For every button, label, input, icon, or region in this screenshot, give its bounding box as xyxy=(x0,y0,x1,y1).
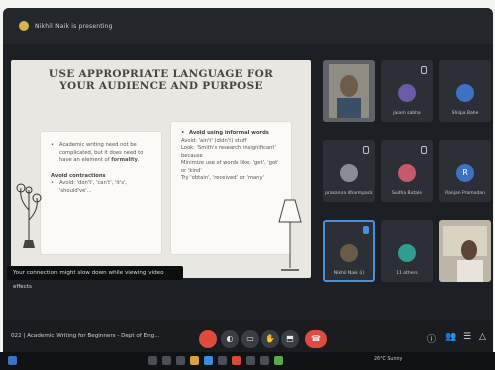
present-button[interactable]: ⬒ xyxy=(281,330,299,348)
contractions-bullet: Avoid: 'don't', 'can't', 'it's', 'should… xyxy=(51,180,151,195)
taskbar-app-icon[interactable] xyxy=(274,356,283,365)
taskbar-app-icon[interactable] xyxy=(148,356,157,365)
camera-icon: ◐ xyxy=(226,334,234,343)
participant-video xyxy=(323,60,375,122)
participant-avatar xyxy=(456,84,474,102)
connection-notice: Your connection might slow down while vi… xyxy=(7,266,183,290)
informal-line: Minimize use of words like: 'get', 'got'… xyxy=(181,160,279,174)
participant-avatar xyxy=(340,244,358,262)
meet-window: Nikhil Naik is presenting USE APPROPRIAT… xyxy=(3,8,493,360)
participant-name: Sudha Butale xyxy=(391,191,423,196)
participant-tile[interactable] xyxy=(323,60,375,122)
plant-illustration xyxy=(16,183,42,248)
info-icon[interactable]: ⓘ xyxy=(427,332,436,345)
mic-muted-icon xyxy=(421,66,427,74)
participant-name: Shilpa Bahe xyxy=(451,111,479,116)
lamp-illustration xyxy=(278,199,302,271)
participant-tile[interactable]: prasanna dharmpack xyxy=(323,140,375,202)
presenter-label: Nikhil Naik is presenting xyxy=(35,22,113,30)
participant-name: prasanna dharmpack xyxy=(325,191,373,196)
left-content-card: Academic writing need not be complicated… xyxy=(41,132,161,254)
taskbar-app-icon[interactable] xyxy=(260,356,269,365)
participant-name: 11 others xyxy=(396,271,418,276)
people-icon[interactable]: 👥 xyxy=(445,332,456,342)
participant-avatar xyxy=(398,244,416,262)
start-icon[interactable] xyxy=(8,356,17,365)
formality-bold: formality xyxy=(111,157,138,163)
participant-tile[interactable]: jaiam sabha xyxy=(381,60,433,122)
participant-tile[interactable] xyxy=(439,220,491,282)
speaking-icon xyxy=(363,226,369,234)
captions-icon: ▭ xyxy=(246,334,254,343)
taskbar-app-icon[interactable] xyxy=(232,356,241,365)
taskbar-app-icon[interactable] xyxy=(246,356,255,365)
informal-heading: Avoid using informal words xyxy=(181,130,281,138)
weather-widget: 26°C Sunny xyxy=(374,357,403,362)
participant-name: jaiam sabha xyxy=(393,111,421,116)
informal-line: Try 'obtain', 'received' or 'many' xyxy=(181,175,264,181)
camera-button[interactable]: ◐ xyxy=(221,330,239,348)
taskbar-app-icon[interactable] xyxy=(162,356,171,365)
hand-icon: ✋ xyxy=(265,334,275,343)
participant-avatar: R xyxy=(456,164,474,182)
taskbar-app-icon[interactable] xyxy=(190,356,199,365)
os-taskbar: 26°C Sunny xyxy=(0,352,495,370)
slide-title-line-2: YOUR AUDIENCE AND PURPOSE xyxy=(59,80,263,92)
chat-icon[interactable]: ☰ xyxy=(463,332,471,342)
participant-tile[interactable]: 11 others xyxy=(381,220,433,282)
presentation-slide: USE APPROPRIATE LANGUAGE FOR YOUR AUDIEN… xyxy=(11,60,311,278)
participant-avatar xyxy=(340,164,358,182)
taskbar-app-icon[interactable] xyxy=(218,356,227,365)
mic-button[interactable] xyxy=(199,330,217,348)
formality-bullet: Academic writing need not be complicated… xyxy=(51,142,151,165)
mic-muted-icon xyxy=(363,146,369,154)
informal-line: Look: 'Smith's research insignificant' b… xyxy=(181,145,276,159)
slide-title: USE APPROPRIATE LANGUAGE FOR YOUR AUDIEN… xyxy=(11,68,311,92)
captions-button[interactable]: ▭ xyxy=(241,330,259,348)
participant-grid: jaiam sabha Shilpa Bahe prasanna dharmpa… xyxy=(323,60,491,290)
participant-name: Nikhil Naik (i) xyxy=(333,271,365,276)
contractions-heading: Avoid contractions xyxy=(51,172,106,179)
participant-tile[interactable]: Sudha Butale xyxy=(381,140,433,202)
present-icon: ⬒ xyxy=(286,334,294,343)
participant-video xyxy=(439,220,491,282)
taskbar-app-icon[interactable] xyxy=(176,356,185,365)
end-call-button[interactable]: ☎ xyxy=(305,330,327,348)
participant-avatar xyxy=(398,164,416,182)
raise-hand-button[interactable]: ✋ xyxy=(261,330,279,348)
end-call-icon: ☎ xyxy=(311,334,321,343)
top-bar: Nikhil Naik is presenting xyxy=(3,8,493,44)
slide-title-line-1: USE APPROPRIATE LANGUAGE FOR xyxy=(48,68,274,80)
participant-tile[interactable]: R Ranjan Pramodan xyxy=(439,140,491,202)
taskbar-app-icon[interactable] xyxy=(204,356,213,365)
participant-name: Ranjan Pramodan xyxy=(445,191,485,196)
participant-tile[interactable]: Shilpa Bahe xyxy=(439,60,491,122)
formality-end: . xyxy=(137,157,140,163)
participant-tile-active[interactable]: Nikhil Naik (i) xyxy=(323,220,375,282)
informal-line: Avoid: 'ain't' (didn't) stuff xyxy=(181,137,247,144)
presenter-icon xyxy=(19,21,29,31)
meeting-title: 022 | Academic Writing for Beginners - D… xyxy=(11,333,160,339)
participant-avatar xyxy=(398,84,416,102)
mic-muted-icon xyxy=(421,146,427,154)
activities-icon[interactable]: △ xyxy=(479,332,486,342)
